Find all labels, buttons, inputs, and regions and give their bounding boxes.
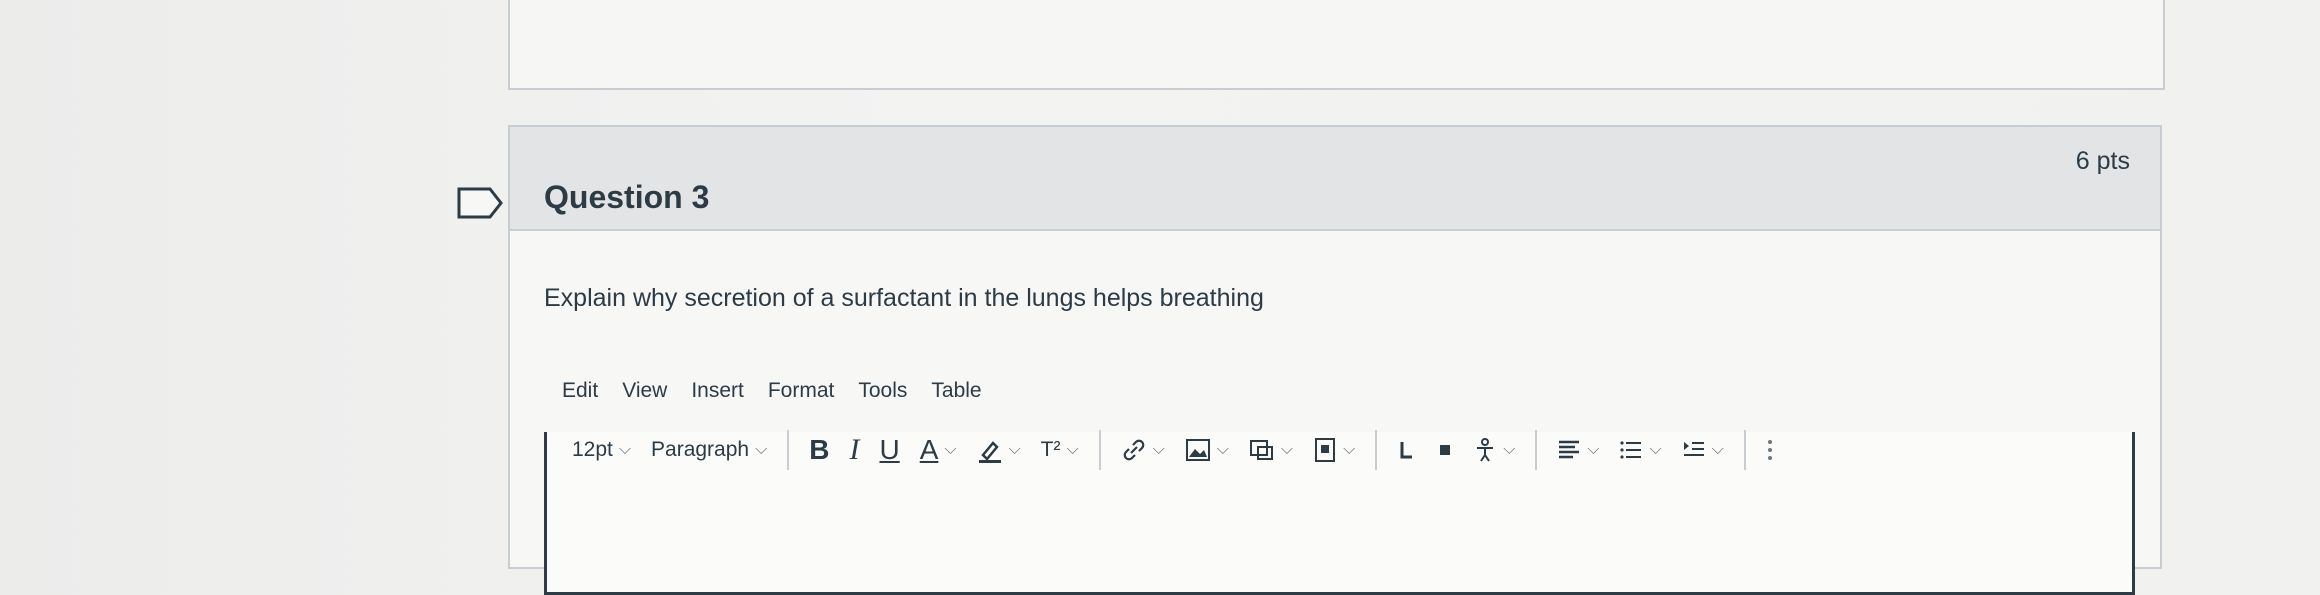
align-icon — [1559, 440, 1580, 459]
question-card: Question 3 6 pts Explain why secretion o… — [508, 125, 2162, 595]
menu-insert[interactable]: Insert — [691, 379, 744, 403]
superscript-button[interactable]: T² ⌵ — [1031, 430, 1089, 470]
chevron-down-icon: ⌵ — [1503, 441, 1516, 458]
text-color-button[interactable]: A ⌵ — [910, 430, 967, 470]
question-header: Question 3 6 pts — [510, 127, 2160, 231]
bold-button[interactable]: B — [799, 430, 839, 470]
indent-button[interactable]: ⌵ — [1672, 430, 1734, 470]
equation-button[interactable] — [1387, 430, 1427, 470]
flag-icon[interactable] — [456, 186, 504, 220]
chevron-down-icon: ⌵ — [944, 441, 957, 458]
image-icon — [1185, 439, 1210, 461]
more-icon — [1767, 440, 1772, 460]
chevron-down-icon: ⌵ — [1587, 441, 1600, 458]
chevron-down-icon: ⌵ — [1280, 441, 1294, 458]
chevron-down-icon: ⌵ — [1343, 441, 1356, 458]
image-button[interactable]: ⌵ — [1175, 430, 1239, 470]
menu-view[interactable]: View — [622, 379, 667, 403]
document-icon — [1315, 438, 1336, 462]
list-button[interactable]: ⌵ — [1609, 430, 1671, 470]
document-button[interactable]: ⌵ — [1303, 430, 1365, 470]
highlight-icon — [978, 441, 1001, 463]
chevron-down-icon: ⌵ — [618, 441, 632, 458]
equation-icon — [1400, 442, 1413, 459]
toolbar-divider — [1098, 430, 1101, 470]
chevron-down-icon: ⌵ — [755, 441, 768, 458]
embed-button[interactable] — [1427, 430, 1463, 470]
chevron-down-icon: ⌵ — [1008, 441, 1021, 458]
block-format-value: Paragraph — [651, 438, 750, 461]
chevron-down-icon: ⌵ — [1152, 441, 1165, 458]
editor-menubar: Edit View Insert Format Tools Table — [562, 379, 982, 403]
menu-tools[interactable]: Tools — [858, 379, 907, 403]
chevron-down-icon: ⌵ — [1649, 441, 1662, 458]
italic-button[interactable]: I — [839, 430, 869, 470]
more-options-button[interactable] — [1756, 430, 1784, 470]
question-points: 6 pts — [2075, 147, 2130, 175]
editor-toolbar: 12pt ⌵ Paragraph ⌵ B I U A ⌵ ⌵ T² ⌵ ⌵ ⌵ … — [562, 427, 1784, 473]
superscript-label: T² — [1040, 438, 1061, 461]
menu-edit[interactable]: Edit — [562, 379, 598, 403]
toolbar-divider — [1375, 430, 1378, 470]
media-button[interactable]: ⌵ — [1239, 430, 1303, 470]
embed-icon — [1440, 445, 1451, 455]
question-title: Question 3 — [544, 179, 710, 215]
list-icon — [1620, 441, 1642, 459]
question-text: Explain why secretion of a surfactant in… — [544, 284, 1264, 312]
accessibility-icon — [1477, 438, 1494, 462]
block-format-select[interactable]: Paragraph ⌵ — [641, 430, 777, 470]
chevron-down-icon: ⌵ — [1066, 441, 1079, 458]
accessibility-button[interactable]: ⌵ — [1463, 430, 1525, 470]
indent-icon — [1683, 442, 1704, 456]
highlight-button[interactable]: ⌵ — [967, 430, 1031, 470]
link-icon — [1123, 439, 1144, 461]
toolbar-divider — [1535, 430, 1538, 470]
toolbar-divider — [787, 430, 790, 470]
menu-format[interactable]: Format — [768, 379, 835, 403]
font-size-select[interactable]: 12pt ⌵ — [562, 430, 641, 470]
link-button[interactable]: ⌵ — [1111, 430, 1175, 470]
font-size-value: 12pt — [572, 438, 613, 461]
previous-question-box — [508, 0, 2165, 90]
underline-button[interactable]: U — [869, 430, 909, 470]
align-button[interactable]: ⌵ — [1547, 430, 1609, 470]
media-icon — [1249, 440, 1273, 460]
chevron-down-icon: ⌵ — [1216, 441, 1229, 458]
toolbar-divider — [1743, 430, 1746, 470]
menu-table[interactable]: Table — [931, 379, 981, 403]
chevron-down-icon: ⌵ — [1711, 441, 1724, 458]
text-color-label: A — [919, 434, 939, 465]
